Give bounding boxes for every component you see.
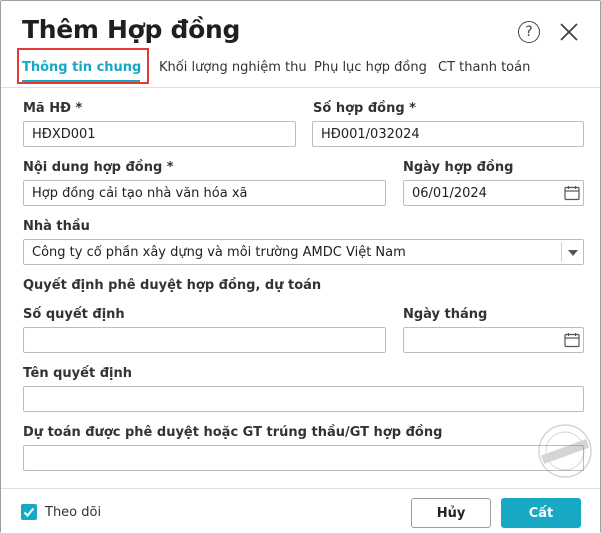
watermark-stamp xyxy=(538,424,592,478)
contract-number-input[interactable] xyxy=(312,121,584,147)
follow-label: Theo dõi xyxy=(45,505,102,520)
contractor-select[interactable] xyxy=(23,239,584,265)
decision-name-input[interactable] xyxy=(23,386,584,412)
cancel-button[interactable]: Hủy xyxy=(411,498,491,528)
contract-code-input[interactable] xyxy=(23,121,296,147)
contract-date-label: Ngày hợp đồng xyxy=(403,160,514,175)
contract-date-input[interactable] xyxy=(403,180,584,206)
tab-bar: Thông tin chung Khối lượng nghiệm thu Ph… xyxy=(1,49,600,88)
calendar-icon[interactable] xyxy=(563,331,581,349)
estimate-input[interactable] xyxy=(23,445,584,471)
help-icon[interactable]: ? xyxy=(518,21,540,43)
tab-acceptance-volume[interactable]: Khối lượng nghiệm thu xyxy=(159,49,307,86)
contract-content-input[interactable] xyxy=(23,180,386,206)
dialog-title: Thêm Hợp đồng xyxy=(22,15,241,44)
contractor-label: Nhà thầu xyxy=(23,219,90,234)
check-icon xyxy=(23,507,35,517)
decision-number-label: Số quyết định xyxy=(23,307,125,322)
save-button[interactable]: Cất xyxy=(501,498,581,528)
approval-section-title: Quyết định phê duyệt hợp đồng, dự toán xyxy=(23,278,322,293)
tab-payment-details[interactable]: CT thanh toán xyxy=(438,49,530,86)
contract-number-label: Số hợp đồng * xyxy=(313,101,416,116)
tab-general-info[interactable]: Thông tin chung xyxy=(22,49,141,83)
calendar-icon[interactable] xyxy=(563,184,581,202)
decision-date-input[interactable] xyxy=(403,327,584,353)
close-icon[interactable] xyxy=(558,21,580,43)
select-divider xyxy=(561,242,562,262)
chevron-down-icon[interactable] xyxy=(568,250,578,256)
contract-code-label: Mã HĐ * xyxy=(23,101,83,116)
estimate-label: Dự toán được phê duyệt hoặc GT trúng thầ… xyxy=(23,425,443,440)
tab-contract-appendix[interactable]: Phụ lục hợp đồng xyxy=(314,49,427,86)
decision-name-label: Tên quyết định xyxy=(23,366,132,381)
add-contract-dialog: Thêm Hợp đồng ? Thông tin chung Khối lượ… xyxy=(0,0,601,533)
contract-content-label: Nội dung hợp đồng * xyxy=(23,160,174,175)
follow-checkbox[interactable] xyxy=(21,504,37,520)
decision-number-input[interactable] xyxy=(23,327,386,353)
decision-date-label: Ngày tháng xyxy=(403,307,488,322)
